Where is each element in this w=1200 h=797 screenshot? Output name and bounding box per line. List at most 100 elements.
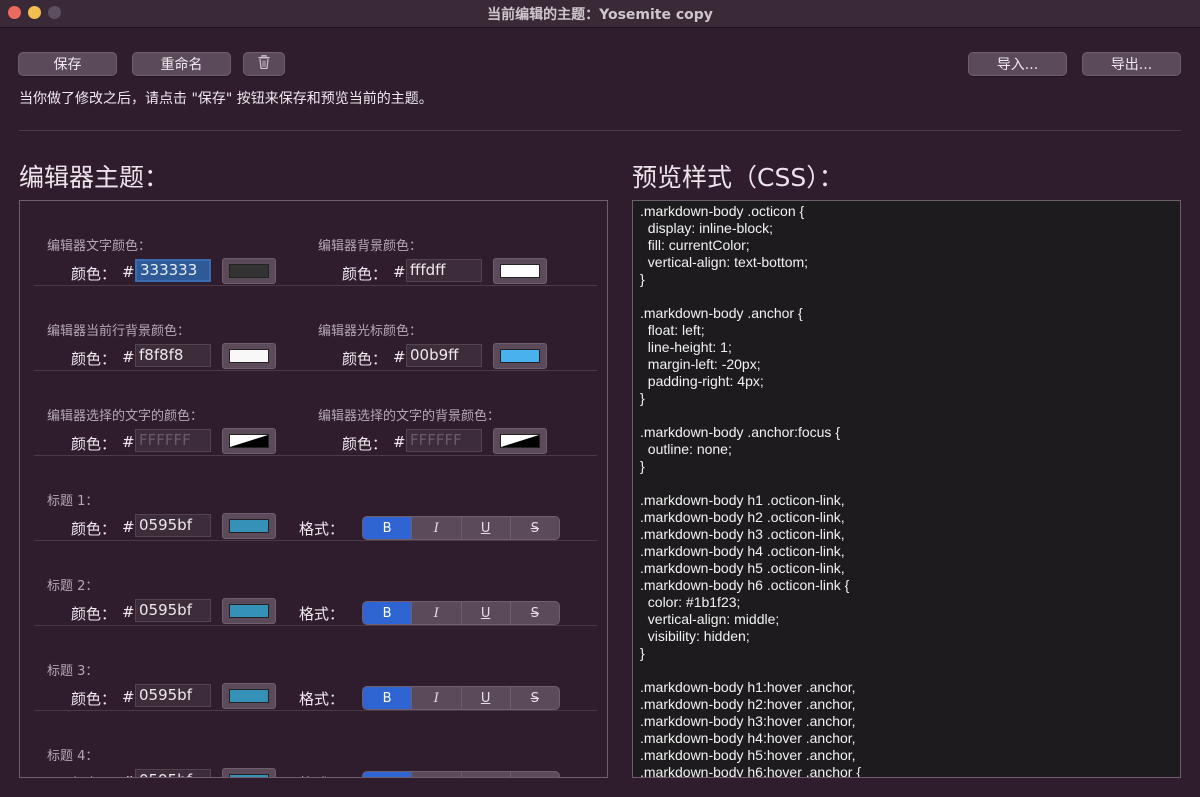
strikethrough-toggle[interactable]: S: [509, 602, 559, 624]
color-swatch: [229, 774, 269, 777]
selection-text-color-label: 编辑器选择的文字的颜色：: [47, 409, 204, 424]
color-label: 颜色：: [342, 265, 388, 283]
heading-2-label: 标题 2：: [47, 579, 99, 594]
heading-1-format-control[interactable]: B I U S: [362, 516, 560, 540]
italic-toggle[interactable]: I: [411, 517, 460, 539]
color-swatch: [229, 689, 269, 703]
code-line: .markdown-body h6:hover .anchor {: [640, 764, 862, 778]
color-swatch: [229, 519, 269, 533]
format-label: 格式：: [299, 773, 344, 777]
current-line-bg-input[interactable]: f8f8f8: [135, 344, 211, 367]
code-line: .markdown-body h2:hover .anchor,: [640, 696, 856, 712]
code-line: .markdown-body h6 .octicon-link {: [640, 577, 850, 593]
underline-toggle[interactable]: U: [460, 517, 510, 539]
bold-toggle[interactable]: B: [363, 517, 412, 539]
heading-1-label: 标题 1：: [47, 494, 99, 509]
save-button[interactable]: 保存: [18, 52, 117, 76]
delete-button[interactable]: [243, 52, 285, 76]
heading-3-format-control[interactable]: B I U S: [362, 686, 560, 710]
hash-symbol: #: [122, 263, 135, 281]
export-button[interactable]: 导出...: [1082, 52, 1181, 76]
text-color-picker[interactable]: [222, 258, 276, 284]
preview-css-title: 预览样式（CSS）：: [632, 163, 844, 192]
code-line: .markdown-body h3 .octicon-link,: [640, 526, 845, 542]
color-label: 颜色：: [71, 435, 117, 453]
bold-toggle[interactable]: B: [363, 602, 412, 624]
underline-toggle[interactable]: U: [460, 687, 510, 709]
cursor-color-picker[interactable]: [493, 343, 547, 369]
heading-3-color-picker[interactable]: [222, 683, 276, 709]
editor-theme-panel[interactable]: 编辑器文字颜色： 颜色： # 333333 编辑器背景颜色： 颜色： # fff…: [19, 200, 608, 778]
heading-2-color-input[interactable]: 0595bf: [135, 599, 211, 622]
hash-symbol: #: [122, 433, 135, 451]
divider: [19, 130, 1181, 131]
color-label: 颜色：: [342, 350, 388, 368]
rename-button[interactable]: 重命名: [132, 52, 231, 76]
code-line: line-height: 1;: [640, 339, 732, 355]
heading-2-color-picker[interactable]: [222, 598, 276, 624]
heading-row: 标题 3： 颜色： # 0595bf 格式： B I U S: [34, 626, 597, 711]
background-color-input[interactable]: fffdff: [406, 259, 482, 282]
code-line: float: left;: [640, 322, 705, 338]
selection-text-color-picker[interactable]: [222, 428, 276, 454]
css-preview-textarea[interactable]: .markdown-body .octicon { display: inlin…: [632, 200, 1181, 778]
hash-symbol: #: [393, 263, 406, 281]
code-line: vertical-align: text-bottom;: [640, 254, 809, 270]
code-line: outline: none;: [640, 441, 732, 457]
bold-toggle[interactable]: B: [363, 772, 412, 777]
code-line: }: [640, 458, 645, 474]
import-button[interactable]: 导入...: [968, 52, 1067, 76]
selection-bg-color-picker[interactable]: [493, 428, 547, 454]
cursor-color-input[interactable]: 00b9ff: [406, 344, 482, 367]
heading-4-color-input[interactable]: 0595bf: [135, 769, 211, 777]
code-line: }: [640, 390, 645, 406]
strikethrough-toggle[interactable]: S: [509, 687, 559, 709]
strikethrough-toggle[interactable]: S: [509, 517, 559, 539]
code-line: margin-left: -20px;: [640, 356, 761, 372]
heading-4-color-picker[interactable]: [222, 768, 276, 777]
code-line: fill: currentColor;: [640, 237, 750, 253]
background-color-picker[interactable]: [493, 258, 547, 284]
color-label: 颜色：: [71, 265, 117, 283]
code-line: padding-right: 4px;: [640, 373, 764, 389]
current-line-bg-picker[interactable]: [222, 343, 276, 369]
heading-1-color-picker[interactable]: [222, 513, 276, 539]
color-label: 颜色：: [71, 773, 116, 777]
color-label: 颜色：: [71, 350, 117, 368]
italic-toggle[interactable]: I: [411, 687, 460, 709]
code-line: }: [640, 271, 645, 287]
code-line: .markdown-body .anchor:focus {: [640, 424, 840, 440]
heading-4-format-control[interactable]: B I U S: [362, 771, 560, 777]
code-line: .markdown-body h2 .octicon-link,: [640, 509, 845, 525]
heading-3-color-input[interactable]: 0595bf: [135, 684, 211, 707]
code-line: .markdown-body h4 .octicon-link,: [640, 543, 845, 559]
format-label: 格式：: [299, 520, 345, 538]
italic-toggle[interactable]: I: [411, 602, 460, 624]
code-line: .markdown-body .anchor {: [640, 305, 803, 321]
text-color-input[interactable]: 333333: [135, 259, 211, 282]
heading-1-color-input[interactable]: 0595bf: [135, 514, 211, 537]
selection-bg-color-input[interactable]: FFFFFF: [406, 429, 482, 452]
bold-toggle[interactable]: B: [363, 687, 412, 709]
trash-icon: [258, 54, 270, 73]
code-line: .markdown-body h4:hover .anchor,: [640, 730, 856, 746]
format-label: 格式：: [299, 605, 345, 623]
setting-row: 编辑器文字颜色： 颜色： # 333333 编辑器背景颜色： 颜色： # fff…: [34, 201, 597, 286]
underline-toggle[interactable]: U: [460, 772, 510, 777]
heading-2-format-control[interactable]: B I U S: [362, 601, 560, 625]
text-color-label: 编辑器文字颜色：: [47, 239, 152, 254]
italic-toggle[interactable]: I: [411, 772, 460, 777]
selection-text-color-input[interactable]: FFFFFF: [135, 429, 211, 452]
underline-toggle[interactable]: U: [460, 602, 510, 624]
code-line: .markdown-body .octicon {: [640, 203, 805, 219]
color-swatch: [229, 434, 269, 448]
color-swatch: [229, 604, 269, 618]
strikethrough-toggle[interactable]: S: [509, 772, 559, 777]
current-line-bg-label: 编辑器当前行背景颜色：: [47, 324, 191, 339]
color-swatch: [229, 264, 269, 278]
code-line: .markdown-body h1:hover .anchor,: [640, 679, 856, 695]
code-line: .markdown-body h5:hover .anchor,: [640, 747, 856, 763]
